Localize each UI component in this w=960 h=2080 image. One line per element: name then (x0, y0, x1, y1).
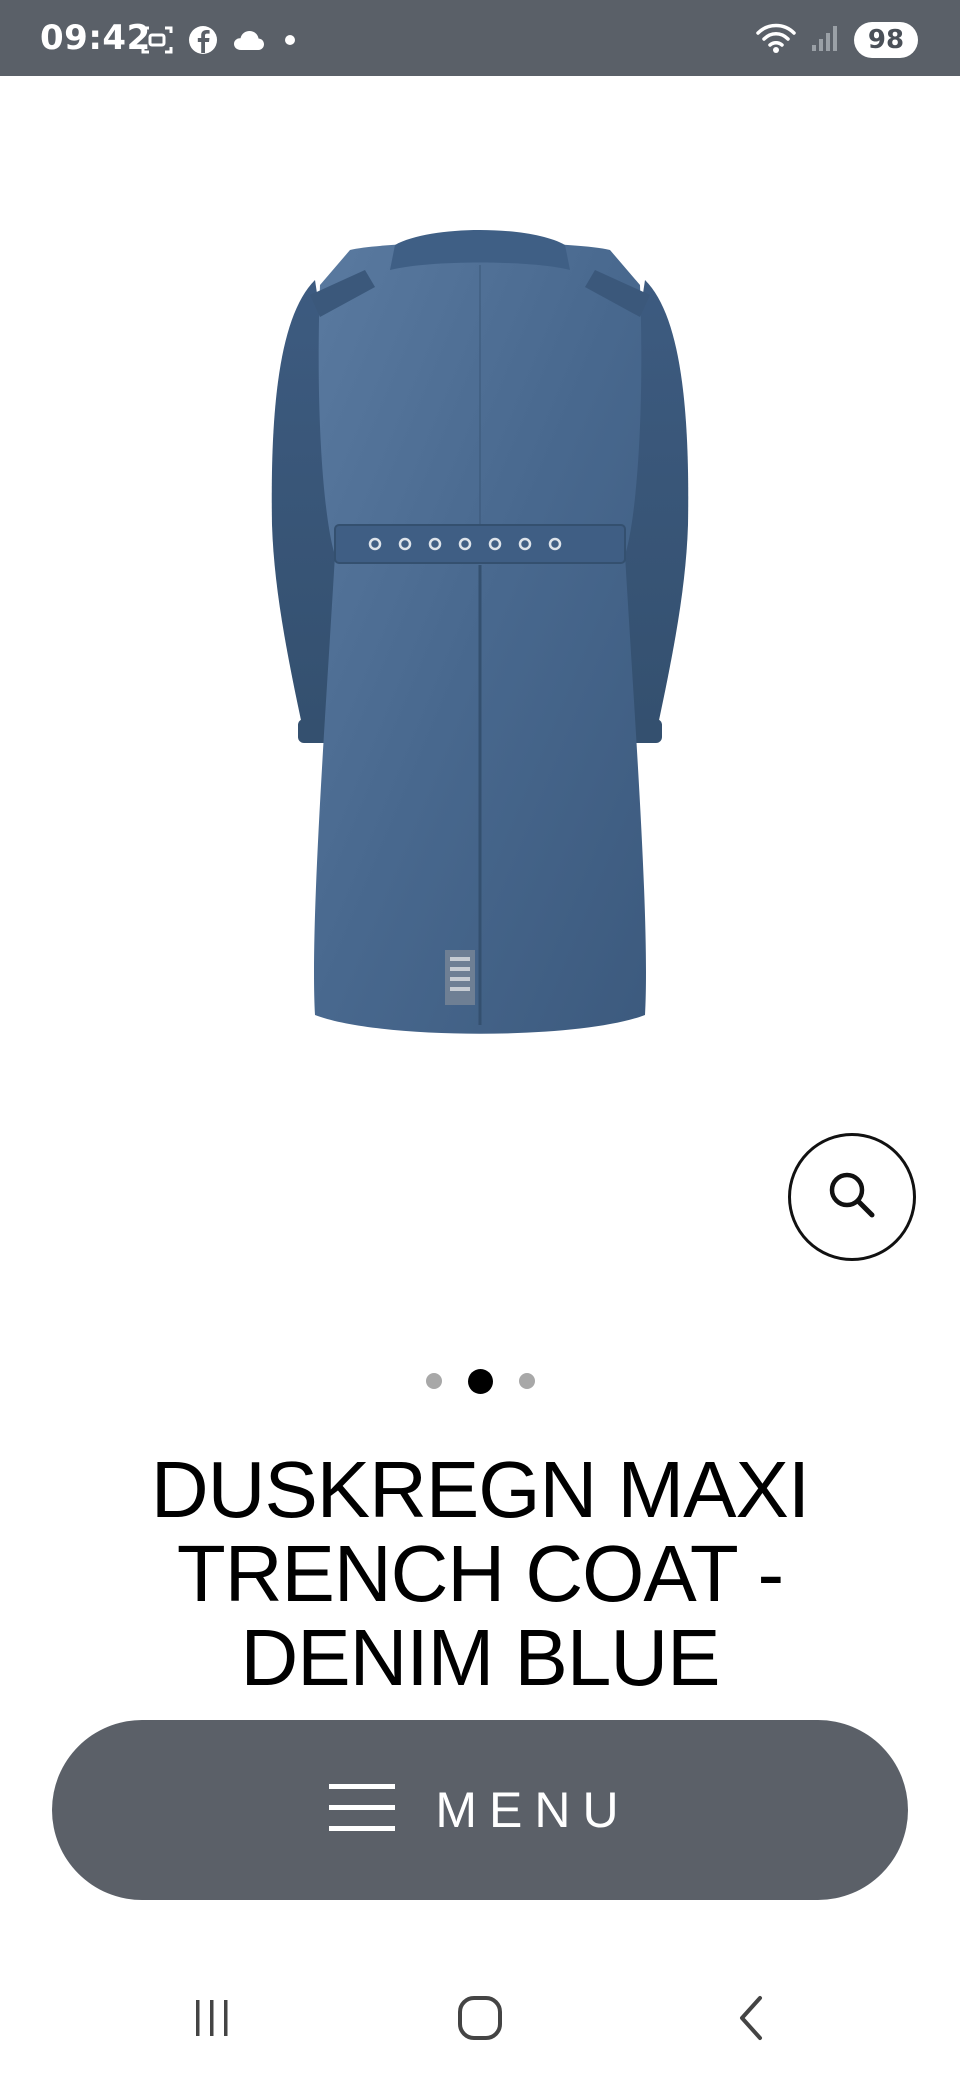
menu-button[interactable]: MENU (52, 1720, 908, 1900)
home-button[interactable] (440, 1990, 520, 2050)
trench-coat-illustration (271, 230, 689, 1034)
back-button[interactable] (712, 1990, 792, 2050)
recent-apps-button[interactable] (172, 1990, 252, 2050)
carousel-dot-2[interactable] (467, 1368, 493, 1394)
system-nav-bar (0, 1960, 960, 2080)
product-title: DUSKREGN MAXI TRENCH COAT - DENIM BLUE (150, 1445, 810, 1702)
recent-apps-icon (190, 1996, 234, 2044)
page: 09:42 98 DUSKREGN MAXI TRENCH COAT - DEN… (0, 0, 960, 2080)
wifi-icon (756, 21, 796, 59)
carousel-pagination (0, 1366, 960, 1396)
status-time: 09:42 (40, 18, 151, 58)
screenshot-icon (140, 24, 174, 60)
back-icon (732, 1993, 772, 2047)
signal-icon (810, 23, 840, 57)
zoom-button[interactable] (788, 1133, 916, 1261)
carousel-dot-1[interactable] (425, 1373, 442, 1389)
status-bar: 09:42 98 (0, 0, 960, 76)
product-image[interactable] (240, 225, 720, 1075)
menu-label: MENU (435, 1782, 631, 1838)
battery-icon: 98 (854, 22, 918, 58)
search-icon (822, 1165, 882, 1229)
status-icons-left (140, 26, 300, 58)
facebook-icon (188, 25, 218, 59)
home-icon (455, 1993, 505, 2047)
dot-icon (280, 30, 300, 54)
hamburger-icon (329, 1782, 396, 1838)
status-icons-right: 98 (756, 22, 918, 58)
cloud-icon (232, 28, 266, 56)
carousel-dot-3[interactable] (518, 1373, 535, 1389)
